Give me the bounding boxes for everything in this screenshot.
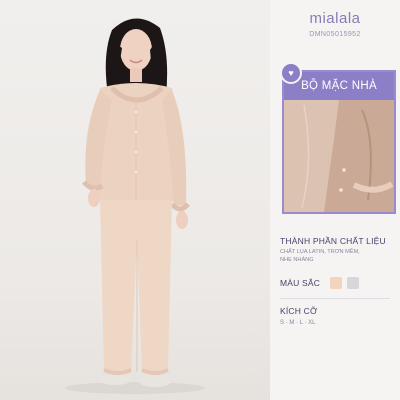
model-illustration [65, 18, 205, 394]
color-swatch-peach[interactable] [330, 277, 342, 289]
divider [280, 298, 390, 299]
product-sku: DMN05015952 [309, 31, 361, 38]
feature-card: BỘ MẶC NHÀ [282, 70, 396, 214]
material-line-1: CHẤT LỤA LATIN, TRƠN MỀM, [280, 249, 360, 255]
size-options[interactable]: S · M · L · XL [280, 319, 315, 328]
brand-logo: mialala [309, 10, 361, 27]
product-info-panel: mialala DMN05015952 BỘ MẶC NHÀ ♥ THÀNH P… [270, 0, 400, 400]
color-swatch-light-gray[interactable] [347, 277, 359, 289]
color-title: MÀU SẮC [280, 278, 321, 288]
heart-icon: ♥ [280, 62, 302, 84]
product-model-photo [0, 0, 270, 400]
material-title: THÀNH PHẦN CHẤT LIỆU [280, 236, 386, 246]
size-title: KÍCH CỠ [280, 306, 318, 316]
material-line-2: NHẸ NHÀNG [280, 257, 314, 264]
material-description: CHẤT LỤA LATIN, TRƠN MỀM, NHẸ NHÀNG [280, 248, 390, 264]
fabric-detail-image [284, 100, 394, 212]
